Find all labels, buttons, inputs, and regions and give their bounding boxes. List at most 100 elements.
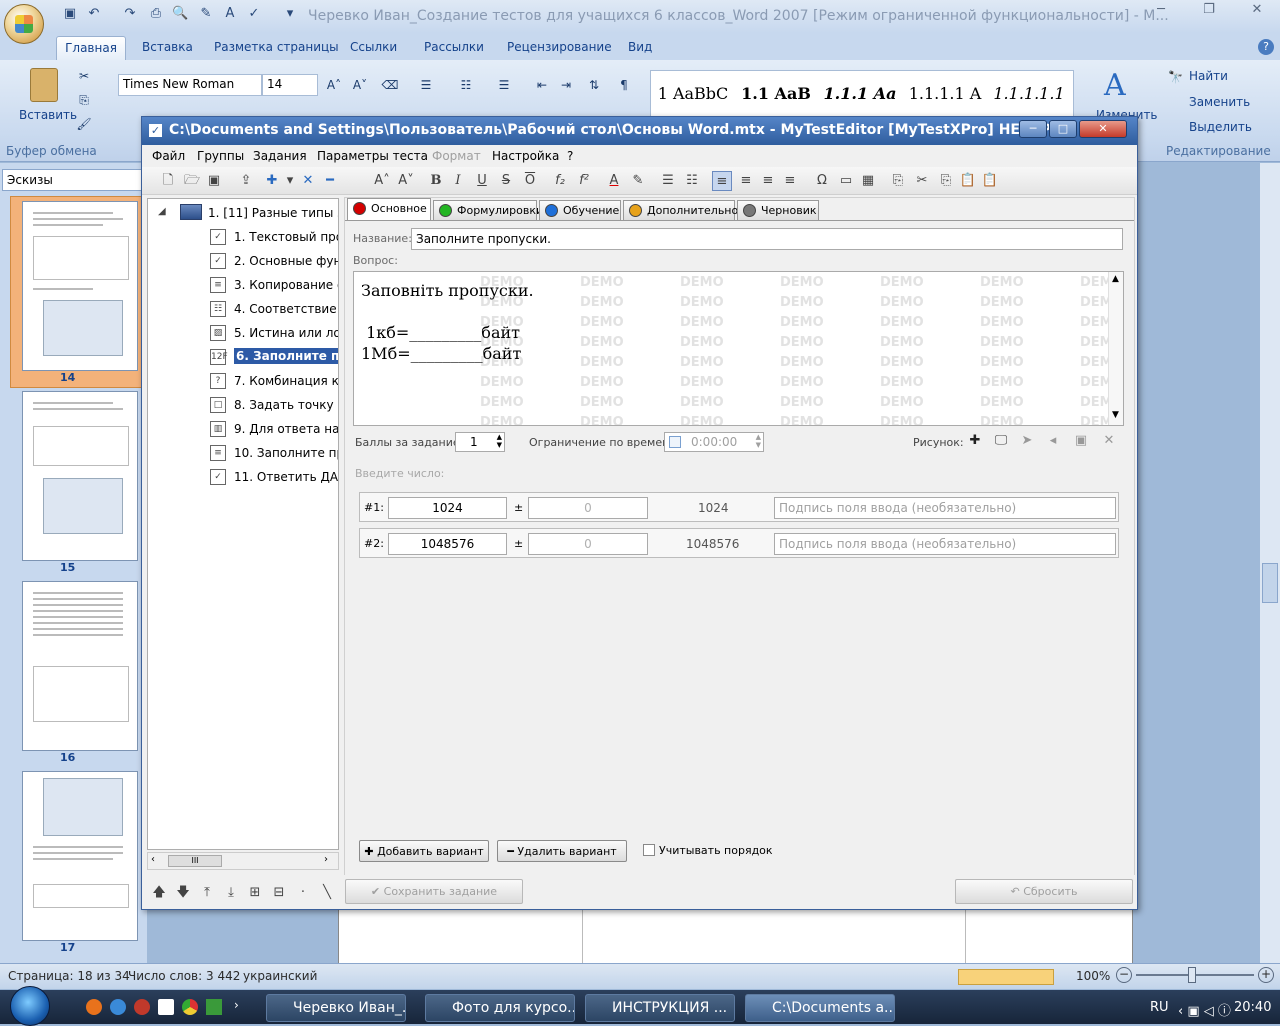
tree-horizontal-scrollbar[interactable]: ‹ III › <box>147 852 339 870</box>
scroll-left-icon[interactable]: ‹ <box>151 854 155 865</box>
page-thumbnail[interactable] <box>22 771 138 941</box>
menu-settings[interactable]: Настройка <box>492 149 559 163</box>
caption-input[interactable]: Подпись поля ввода (необязательно) <box>774 497 1116 519</box>
overline-icon[interactable]: O <box>520 171 540 191</box>
delete-picture-icon[interactable]: ✕ <box>1099 431 1119 451</box>
font-size-select[interactable]: 14 <box>262 74 318 96</box>
tree-task-item[interactable]: ≡ 3. Копирование фра <box>148 273 338 297</box>
style-item[interactable]: 1.1.1.1 A <box>904 74 986 116</box>
add-variant-button[interactable]: ✚ Добавить вариант <box>359 840 489 862</box>
numbering-icon[interactable]: ☷ <box>456 75 476 95</box>
tray-icons[interactable]: ‹ ▣ ◁ ⓘ <box>1178 1000 1231 1019</box>
copy-icon[interactable]: ⎘ <box>936 171 956 191</box>
find-button[interactable]: Найти <box>1189 69 1228 83</box>
copy-icon[interactable]: ⎘ <box>74 90 94 110</box>
document-vertical-scrollbar[interactable] <box>1260 163 1280 963</box>
scroll-thumb[interactable]: III <box>168 855 222 867</box>
time-limit-checkbox[interactable] <box>669 436 681 448</box>
paste-special-icon[interactable]: 📋 <box>980 171 1000 191</box>
add-icon[interactable]: ✚ <box>262 171 282 191</box>
tab-review[interactable]: Рецензирование <box>507 40 612 54</box>
screenshot-icon[interactable]: 🖵 <box>991 431 1011 451</box>
delete-icon[interactable]: ✕ <box>298 171 318 191</box>
menu-help[interactable]: ? <box>567 149 573 163</box>
help-icon[interactable]: ? <box>1258 39 1274 55</box>
scroll-right-icon[interactable]: › <box>324 854 328 865</box>
zoom-in-icon[interactable]: + <box>1258 967 1274 983</box>
print-icon[interactable]: ⎙ <box>148 6 164 22</box>
italic-icon[interactable]: I <box>448 171 468 191</box>
spin-arrows-icon[interactable]: ▲ ▼ <box>497 433 502 449</box>
collapse-icon[interactable]: ◢ <box>158 206 166 217</box>
paste-icon[interactable]: 📋 <box>958 171 978 191</box>
tab-wordings[interactable]: Формулировки <box>433 200 543 220</box>
style-item[interactable]: 1.1.1 Aa <box>818 74 902 116</box>
points-stepper[interactable]: 1 ▲ ▼ <box>455 432 505 452</box>
clock[interactable]: 20:40 <box>1234 1000 1271 1015</box>
close-icon[interactable]: ✕ <box>1242 2 1272 22</box>
taskbar-item[interactable]: Черевко Иван_... <box>266 994 406 1022</box>
tab-view[interactable]: Вид <box>628 40 652 54</box>
minimize-icon[interactable]: ─ <box>1146 2 1176 22</box>
page-thumbnail[interactable] <box>22 391 138 561</box>
show-marks-icon[interactable]: ¶ <box>614 75 634 95</box>
tab-main[interactable]: Основное <box>347 198 431 220</box>
spin-arrows-icon[interactable]: ▲ ▼ <box>756 433 761 449</box>
save-icon[interactable]: ▣ <box>62 6 78 22</box>
shrink-font-icon[interactable]: A˅ <box>396 171 416 191</box>
change-styles-icon[interactable]: A <box>1104 68 1140 104</box>
restore-icon[interactable]: ❐ <box>1194 2 1224 22</box>
page-count[interactable]: Страница: 18 из 34 <box>8 969 130 983</box>
font-name-select[interactable]: Times New Roman <box>118 74 262 96</box>
scroll-down-icon[interactable]: ▼ <box>1112 410 1119 420</box>
customize-qat-icon[interactable]: ▾ <box>282 6 298 22</box>
move-right-icon[interactable]: ➤ <box>1017 431 1037 451</box>
bullets-icon[interactable]: ☰ <box>658 171 678 191</box>
highlight-icon[interactable]: ✎ <box>628 171 648 191</box>
expand-icon[interactable]: ⊞ <box>245 883 265 903</box>
open-icon[interactable]: 🗁 <box>182 171 202 191</box>
tree-task-item[interactable]: ≡ 10. Заполните проп <box>148 441 338 465</box>
tree-task-item[interactable]: ✓ 11. Ответить ДА ил <box>148 465 338 489</box>
tolerance-input[interactable]: 0 <box>528 497 648 519</box>
align-left-icon[interactable]: ≡ <box>712 171 732 191</box>
multilevel-list-icon[interactable]: ☰ <box>494 75 514 95</box>
grow-font-icon[interactable]: A˄ <box>372 171 392 191</box>
time-limit-input[interactable]: 0:00:00 ▲ ▼ <box>664 432 764 452</box>
start-button[interactable] <box>10 986 50 1026</box>
menu-groups[interactable]: Группы <box>197 149 244 163</box>
tab-insert[interactable]: Вставка <box>142 40 193 54</box>
numbering-icon[interactable]: ☷ <box>682 171 702 191</box>
move-bottom-icon[interactable]: ⤓ <box>221 883 241 903</box>
align-right-icon[interactable]: ≡ <box>758 171 778 191</box>
question-scrollbar[interactable]: ▲ ▼ <box>1108 272 1123 425</box>
answer-value-input[interactable]: 1048576 <box>388 533 507 555</box>
answer-value-input[interactable]: 1024 <box>388 497 507 519</box>
sort-icon[interactable]: ⇅ <box>584 75 604 95</box>
style-item[interactable]: 1.1.1.1.1 <box>988 74 1070 116</box>
redo-icon[interactable]: ↷ <box>122 6 138 22</box>
image-icon[interactable]: ▭ <box>836 171 856 191</box>
menu-file[interactable]: Файл <box>152 149 185 163</box>
select-button[interactable]: Выделить <box>1189 120 1252 134</box>
tree-task-item[interactable]: ? 7. Комбинация клав <box>148 369 338 393</box>
save-picture-icon[interactable]: ▣ <box>1071 431 1091 451</box>
spelling-icon[interactable]: ✓ <box>246 6 262 22</box>
wand-icon[interactable]: ╲ <box>317 883 337 903</box>
tree-task-item[interactable]: ▨ 5. Истина или ложь <box>148 321 338 345</box>
question-editor[interactable]: DEMO DEMO DEMO DEMO DEMO DEMO DEMO DEMO DEMO DEMO… <box>353 271 1124 426</box>
strikethrough-icon[interactable]: S <box>496 171 516 191</box>
tab-draft[interactable]: Черновик <box>737 200 819 220</box>
minimize-icon[interactable]: ─ <box>1019 120 1047 138</box>
print-preview-icon[interactable]: 🔍 <box>172 6 188 22</box>
chevron-right-icon[interactable]: › <box>234 998 239 1012</box>
collapse-all-icon[interactable]: ⊟ <box>269 883 289 903</box>
cut-icon[interactable]: ✂ <box>912 171 932 191</box>
move-down-icon[interactable]: 🡇 <box>173 883 193 903</box>
paste-icon[interactable] <box>30 68 58 102</box>
thumbnails-dropdown[interactable]: Эскизы <box>2 169 142 191</box>
increase-indent-icon[interactable]: ⇥ <box>556 75 576 95</box>
remove-icon[interactable]: ━ <box>320 171 340 191</box>
tab-references[interactable]: Ссылки <box>350 40 397 54</box>
add-picture-icon[interactable]: ✚ <box>965 431 985 451</box>
